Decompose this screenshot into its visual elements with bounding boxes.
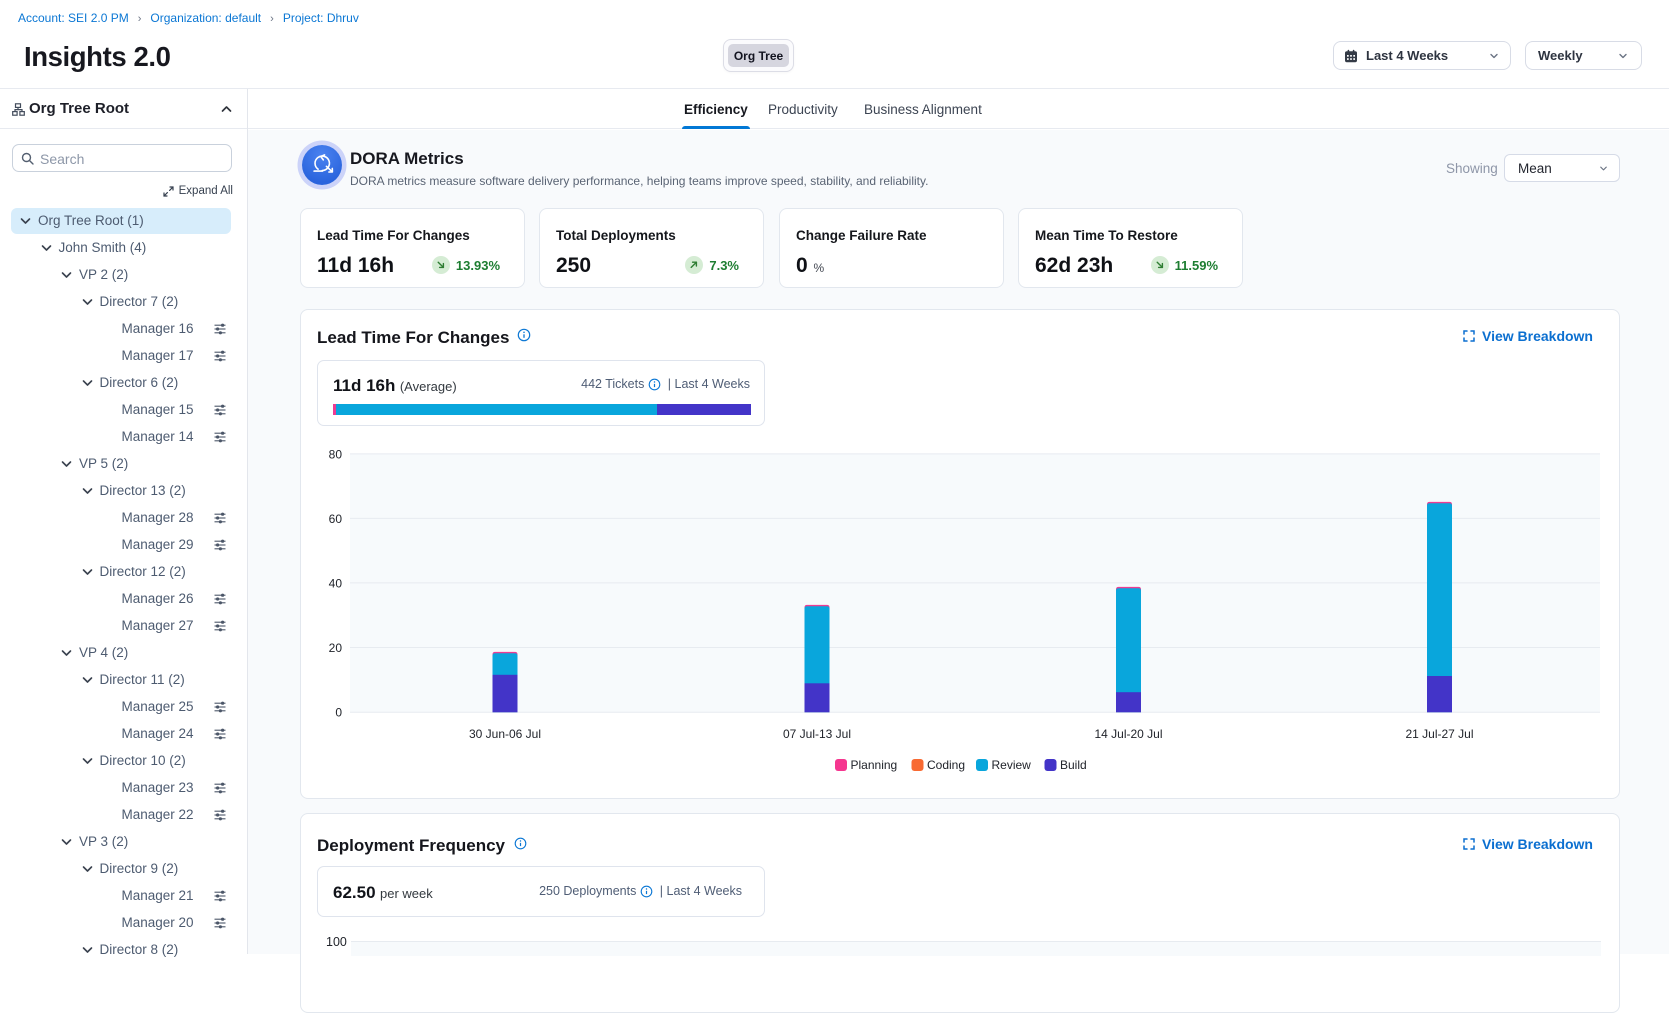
svg-text:Planning: Planning bbox=[851, 758, 898, 772]
svg-text:0: 0 bbox=[335, 706, 342, 720]
svg-text:14 Jul-20 Jul: 14 Jul-20 Jul bbox=[1094, 727, 1162, 741]
svg-text:80: 80 bbox=[329, 447, 343, 461]
svg-text:21 Jul-27 Jul: 21 Jul-27 Jul bbox=[1405, 727, 1473, 741]
svg-text:30 Jun-06 Jul: 30 Jun-06 Jul bbox=[469, 727, 541, 741]
svg-text:Coding: Coding bbox=[927, 758, 965, 772]
svg-text:60: 60 bbox=[329, 512, 343, 526]
svg-text:Review: Review bbox=[992, 758, 1032, 772]
svg-text:07 Jul-13 Jul: 07 Jul-13 Jul bbox=[783, 727, 851, 741]
svg-text:Build: Build bbox=[1060, 758, 1087, 772]
svg-text:40: 40 bbox=[329, 576, 343, 590]
svg-text:20: 20 bbox=[329, 641, 343, 655]
